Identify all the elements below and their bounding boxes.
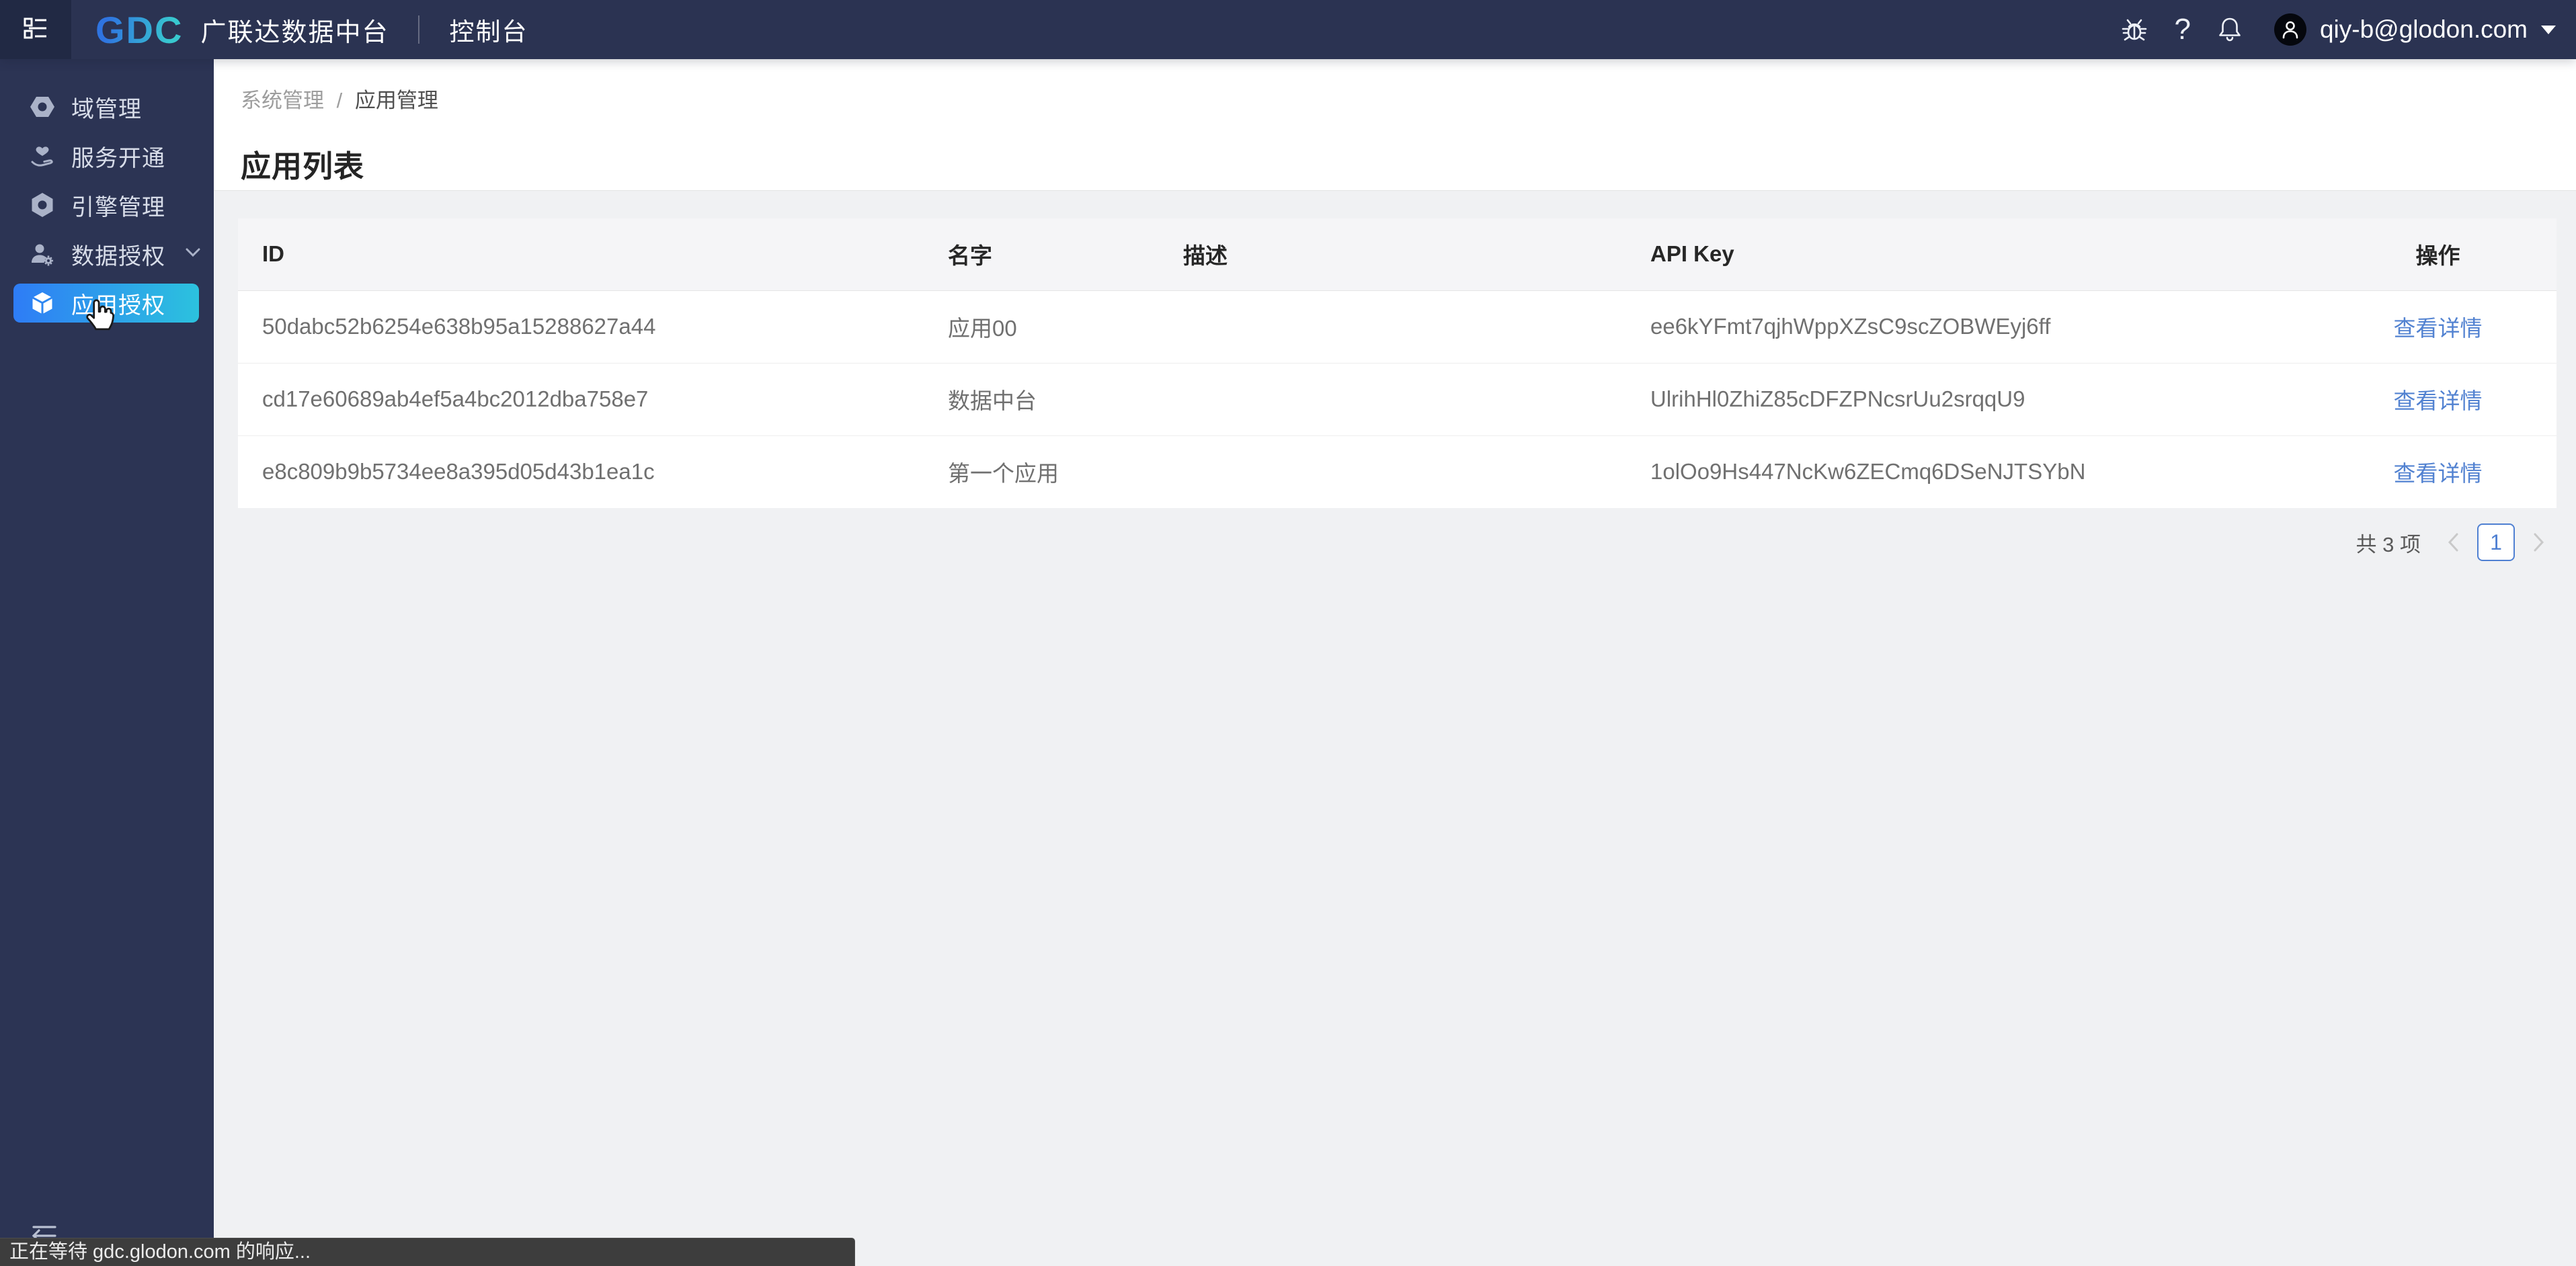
cell-name: 第一个应用 <box>948 435 1183 508</box>
content-body: ID 名字 描述 API Key 操作 50dabc52b6254e638b95… <box>214 218 2576 1266</box>
main-content: 系统管理 / 应用管理 应用列表 ID 名字 描述 API Key 操作 50d… <box>214 59 2576 1266</box>
user-email[interactable]: qiy-b@glodon.com <box>2320 15 2528 44</box>
cell-id: e8c809b9b5734ee8a395d05d43b1ea1c <box>238 435 948 508</box>
view-details-link[interactable]: 查看详情 <box>2394 388 2483 413</box>
product-name: 广联达数据中台 <box>200 18 389 47</box>
brand-divider <box>418 15 420 44</box>
layout-menu-icon <box>24 17 48 42</box>
breadcrumb-parent[interactable]: 系统管理 <box>241 89 324 112</box>
engine-hexagon-icon <box>30 192 55 218</box>
sidebar-item-label: 引擎管理 <box>71 194 165 220</box>
sidebar-item-data-authorization[interactable]: 数据授权 <box>0 235 214 273</box>
sidebar-item-label: 域管理 <box>71 96 142 122</box>
app-table: ID 名字 描述 API Key 操作 50dabc52b6254e638b95… <box>238 218 2557 508</box>
view-details-link[interactable]: 查看详情 <box>2394 461 2483 486</box>
bell-icon[interactable] <box>2216 15 2243 44</box>
page-title: 应用列表 <box>241 149 365 183</box>
prev-page-button[interactable] <box>2440 523 2466 561</box>
pagination: 共 3 项 1 <box>214 523 2552 562</box>
cell-id: 50dabc52b6254e638b95a15288627a44 <box>238 290 948 364</box>
browser-status-tooltip: 正在等待 gdc.glodon.com 的响应... <box>0 1238 855 1266</box>
topbar: GDC 广联达数据中台 控制台 ? qiy-b@glodon.com <box>0 0 2576 59</box>
sidebar-item-label: 应用授权 <box>71 292 165 319</box>
caret-down-icon[interactable] <box>2541 25 2556 34</box>
cell-api-key: UlrihHl0ZhiZ85cDFZPNcsrUu2srqqU9 <box>1650 363 2319 436</box>
user-avatar[interactable] <box>2273 13 2306 46</box>
help-icon[interactable]: ? <box>2174 13 2190 46</box>
view-details-link[interactable]: 查看详情 <box>2394 316 2483 341</box>
cell-api-key: ee6kYFmt7qjhWppXZsC9scZOBWEyj6ff <box>1650 290 2319 364</box>
column-header-name: 名字 <box>948 218 1183 291</box>
app-table-card: ID 名字 描述 API Key 操作 50dabc52b6254e638b95… <box>238 218 2557 508</box>
cell-name: 数据中台 <box>948 363 1183 436</box>
table-row: e8c809b9b5734ee8a395d05d43b1ea1c 第一个应用 1… <box>238 435 2557 508</box>
cell-description <box>1183 435 1650 508</box>
sidebar-item-service-activation[interactable]: 服务开通 <box>0 136 214 175</box>
sidebar-item-label: 服务开通 <box>71 145 165 171</box>
cube-icon <box>30 290 55 316</box>
topbar-actions: ? qiy-b@glodon.com <box>2120 13 2576 46</box>
breadcrumb-current: 应用管理 <box>354 89 438 112</box>
user-gear-icon <box>30 241 55 267</box>
cell-description <box>1183 363 1650 436</box>
column-header-id: ID <box>238 218 948 291</box>
sidebar: 域管理 服务开通 引擎管理 数据授权 应用授权 <box>0 59 214 1266</box>
hexagon-nut-icon <box>30 94 55 120</box>
sidebar-item-app-authorization[interactable]: 应用授权 <box>13 284 199 323</box>
cell-description <box>1183 290 1650 364</box>
table-row: 50dabc52b6254e638b95a15288627a44 应用00 ee… <box>238 290 2557 364</box>
bug-icon[interactable] <box>2120 15 2148 44</box>
gdc-logo: GDC <box>95 8 184 51</box>
page-number-button[interactable]: 1 <box>2477 523 2515 561</box>
column-header-api-key: API Key <box>1650 218 2319 291</box>
column-header-action: 操作 <box>2319 218 2557 291</box>
brand: GDC 广联达数据中台 控制台 <box>95 8 528 52</box>
column-header-description: 描述 <box>1183 218 1650 291</box>
chevron-down-icon[interactable] <box>186 248 200 260</box>
sidebar-item-label: 数据授权 <box>71 243 165 269</box>
heart-hand-icon <box>30 143 55 169</box>
menu-toggle-button[interactable] <box>0 0 71 59</box>
breadcrumb: 系统管理 / 应用管理 <box>241 59 2576 114</box>
cell-api-key: 1olOo9Hs447NcKw6ZECmq6DSeNJTSYbN <box>1650 435 2319 508</box>
cell-name: 应用00 <box>948 290 1183 364</box>
sidebar-item-engine-management[interactable]: 引擎管理 <box>0 185 214 224</box>
content-header: 系统管理 / 应用管理 应用列表 <box>214 59 2576 191</box>
table-header-row: ID 名字 描述 API Key 操作 <box>238 218 2557 291</box>
table-row: cd17e60689ab4ef5a4bc2012dba758e7 数据中台 Ul… <box>238 363 2557 436</box>
next-page-button[interactable] <box>2526 523 2552 561</box>
total-items-label: 共 3 项 <box>2356 532 2421 556</box>
sidebar-item-domain-management[interactable]: 域管理 <box>0 87 214 126</box>
breadcrumb-separator: / <box>336 89 343 112</box>
console-tab[interactable]: 控制台 <box>449 11 528 48</box>
cell-id: cd17e60689ab4ef5a4bc2012dba758e7 <box>238 363 948 436</box>
